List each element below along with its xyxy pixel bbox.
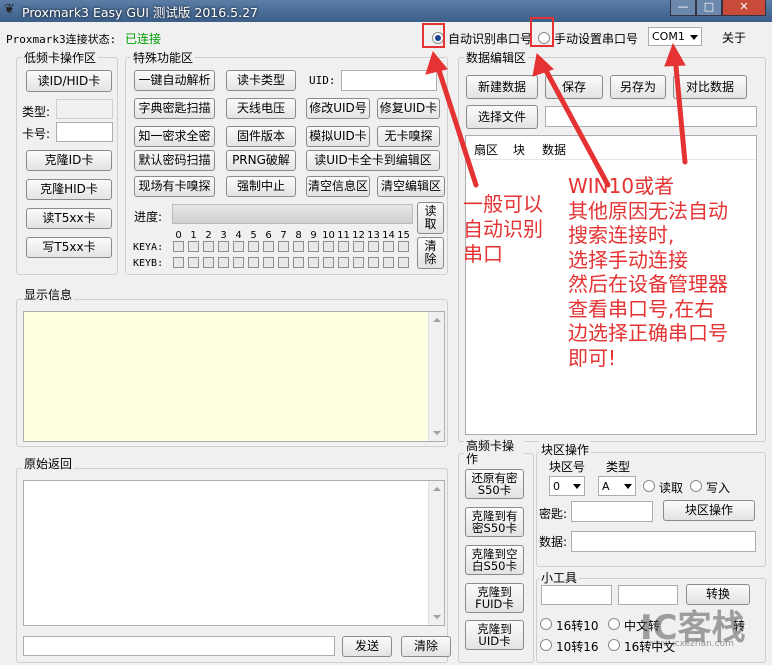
arrowhead-icon [425, 50, 448, 75]
note-auto-line-2: 自动识别 [463, 217, 543, 241]
app-logo-icon: ❦ [4, 2, 15, 17]
watermark-url: www.icxezhan.com [648, 639, 734, 649]
main-window: Proxmark3连接状态: 已连接 自动识别串口号 手动设置串口号 COM1 … [0, 17, 772, 665]
note-manual-line-1: WIN10或者 [568, 174, 675, 198]
minimize-button[interactable]: — [670, 0, 696, 16]
note-manual-line-2: 其他原因无法自动 [568, 198, 728, 223]
arrow-to-manual-radio [540, 62, 611, 188]
window-title: Proxmark3 Easy GUI 测试版 2016.5.27 [22, 5, 259, 20]
annotation-note-manual: WIN10或者 其他原因无法自动 搜索连接时, 选择手动连接 然后在设备管理器 … [568, 174, 728, 370]
close-button[interactable]: ✕ [722, 0, 766, 16]
note-manual-line-6: 查看串口号,在右 [568, 296, 715, 321]
note-auto-line-3: 串口 [463, 242, 503, 266]
note-manual-line-5: 然后在设备管理器 [568, 272, 728, 296]
note-manual-line-7: 边选择正确串口号 [568, 321, 728, 345]
annotation-note-auto: 一般可以 自动识别 串口 [463, 192, 543, 267]
note-manual-line-4: 选择手动连接 [568, 247, 688, 272]
window-titlebar: ❦ Proxmark3 Easy GUI 测试版 2016.5.27 — □ ✕ [0, 0, 772, 22]
note-manual-line-8: 即可! [568, 345, 617, 370]
note-manual-line-3: 搜索连接时, [568, 223, 675, 247]
arrowhead-icon [664, 42, 686, 67]
arrow-to-port-select [672, 53, 688, 165]
note-auto-line-1: 一般可以 [463, 192, 543, 216]
arrow-to-auto-radio [434, 61, 479, 188]
maximize-button[interactable]: □ [696, 0, 722, 16]
